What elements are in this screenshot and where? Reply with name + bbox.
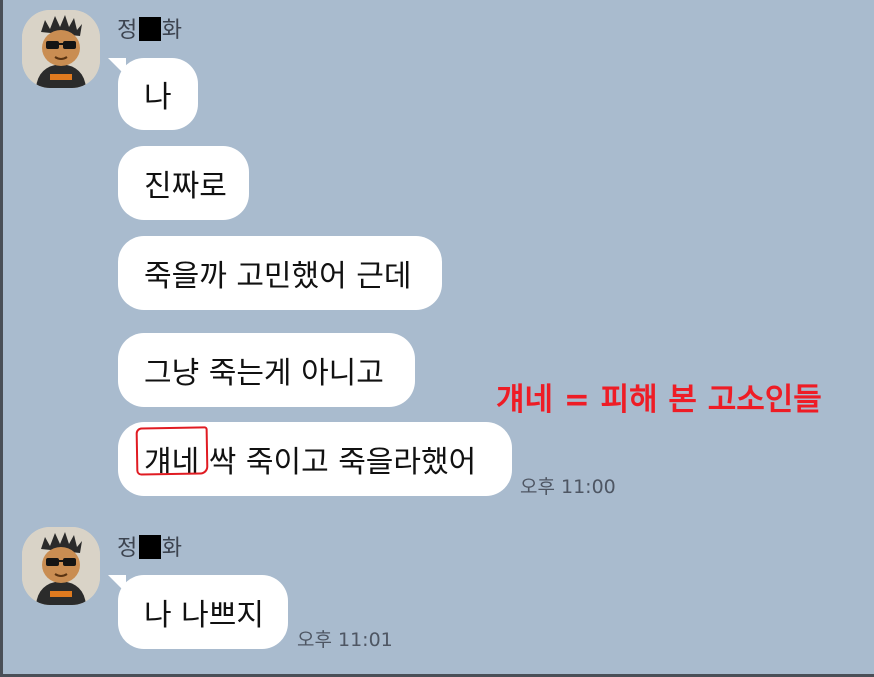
annotation-text: 걔네 = 피해 본 고소인들: [496, 382, 822, 418]
redaction-box: [138, 535, 161, 559]
message-bubble[interactable]: 그냥 죽는게 아니고: [118, 333, 415, 407]
message-text: 죽을까 고민했어 근데: [144, 259, 412, 294]
message-bubble[interactable]: 걔네 싹 죽이고 죽을라했어: [118, 422, 512, 496]
red-circle-annotation: [135, 426, 209, 476]
profile-avatar[interactable]: [22, 527, 100, 605]
message-text: 싹 죽이고 죽을라했어: [199, 445, 477, 480]
message-bubble[interactable]: 나 나쁘지: [108, 575, 288, 649]
profile-avatar[interactable]: [22, 10, 100, 88]
bubble-tail: [108, 58, 126, 76]
sender-name-prefix: 정: [117, 536, 138, 561]
message-bubble[interactable]: 나: [108, 58, 198, 130]
sender-name: 정화: [117, 530, 183, 562]
message-timestamp: 오후 11:00: [520, 476, 616, 498]
message-bubble[interactable]: 진짜로: [118, 146, 249, 220]
sender-name-prefix: 정: [117, 18, 138, 43]
message-text: 그냥 죽는게 아니고: [144, 356, 384, 391]
message-text: 나 나쁘지: [144, 598, 264, 633]
bubble-tail: [108, 575, 126, 593]
message-timestamp: 오후 11:01: [297, 629, 393, 651]
message-text: 진짜로: [144, 169, 227, 204]
sender-name-suffix: 화: [161, 536, 183, 561]
message-bubble[interactable]: 죽을까 고민했어 근데: [118, 236, 442, 310]
circled-word: 걔네: [135, 426, 209, 481]
sender-name: 정화: [117, 12, 183, 44]
redaction-box: [138, 17, 161, 41]
window-edge-left: [0, 0, 3, 677]
sender-name-suffix: 화: [161, 18, 183, 43]
message-text: 나: [144, 80, 172, 115]
